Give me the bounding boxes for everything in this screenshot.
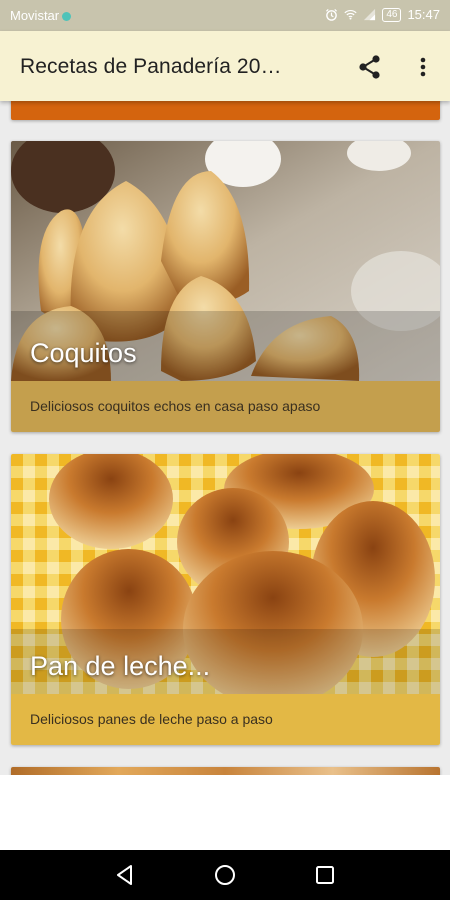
shield-icon (62, 12, 72, 21)
status-bar: Movistar 46 15:47 (0, 0, 450, 31)
recipe-card[interactable]: Pan de leche... Deliciosos panes de lech… (11, 454, 440, 745)
status-icons: 46 15:47 (325, 7, 440, 22)
recipe-title: Coquitos (30, 338, 137, 368)
recipe-list[interactable]: Coquitos Deliciosos coquitos echos en ca… (0, 101, 450, 775)
recipe-card-partial-bottom[interactable] (11, 767, 440, 775)
more-vert-icon[interactable] (409, 53, 437, 81)
recipe-description: Deliciosos panes de leche paso a paso (11, 694, 440, 745)
app-title: Recetas de Panadería 20… (20, 55, 282, 78)
app-bar: Recetas de Panadería 20… (0, 31, 450, 101)
back-icon[interactable] (113, 863, 137, 887)
signal-icon (364, 8, 376, 21)
recents-icon[interactable] (313, 863, 337, 887)
carrier-name: Movistar (10, 8, 72, 23)
share-icon[interactable] (356, 53, 384, 81)
alarm-icon (326, 8, 338, 21)
recipe-image (11, 767, 440, 775)
recipe-title: Pan de leche... (30, 651, 211, 681)
recipe-image: Pan de leche... (11, 454, 440, 694)
carrier-label: Movistar (10, 8, 60, 23)
wifi-icon (344, 9, 357, 20)
recipe-description: Deliciosos coquitos echos en casa paso a… (11, 381, 440, 432)
battery-level: 46 (386, 8, 398, 20)
home-icon[interactable] (213, 863, 237, 887)
recipe-card[interactable]: Coquitos Deliciosos coquitos echos en ca… (11, 141, 440, 432)
clock: 15:47 (407, 7, 440, 22)
recipe-image: Coquitos (11, 141, 440, 381)
battery-icon: 46 (382, 7, 402, 22)
recipe-card-partial-top[interactable] (11, 101, 440, 120)
ad-banner-area (0, 775, 450, 850)
navigation-bar (0, 850, 450, 900)
